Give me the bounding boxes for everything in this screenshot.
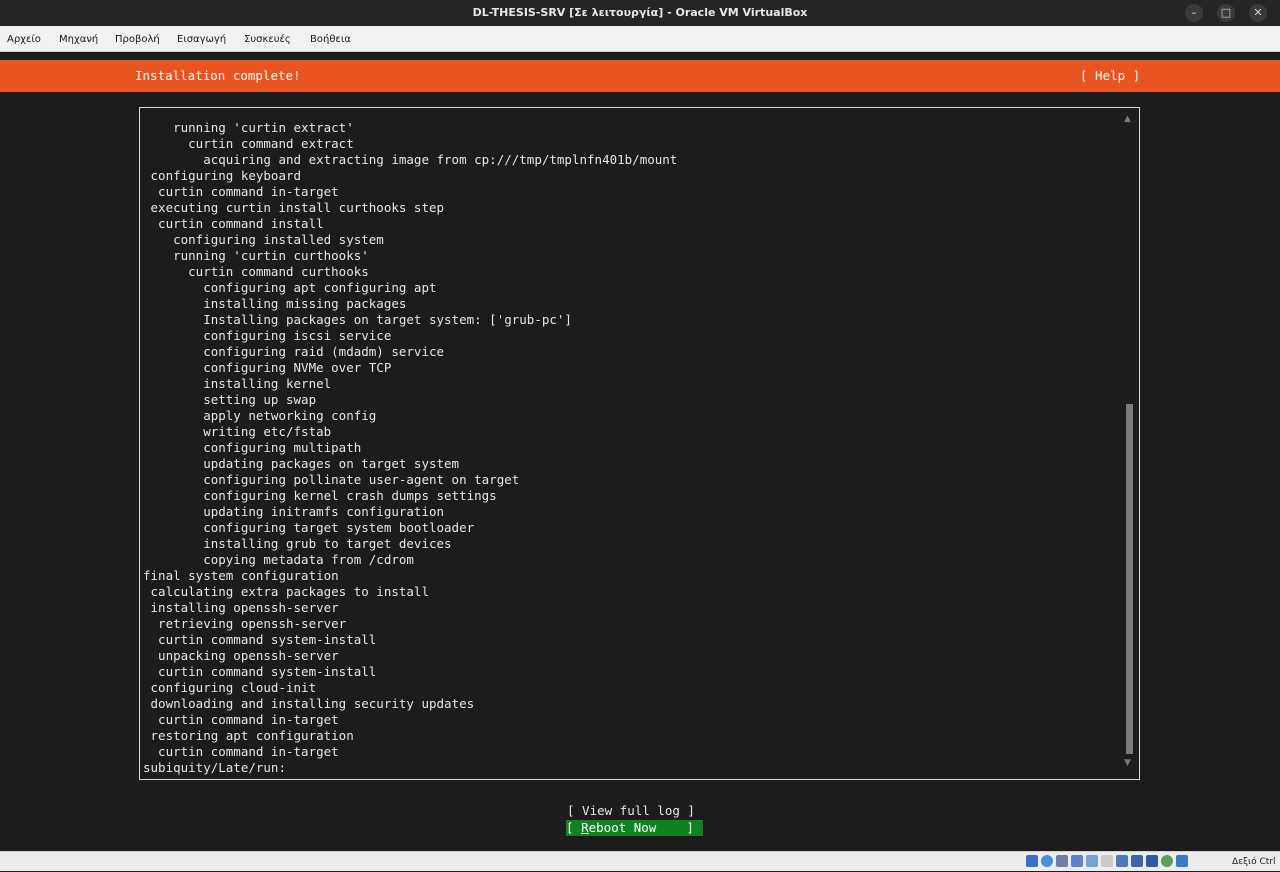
install-log-panel[interactable]: running 'curtin extract' curtin command …: [139, 107, 1140, 780]
log-line: acquiring and extracting image from cp:/…: [143, 152, 678, 167]
view-full-log-button[interactable]: [ View full log ]: [567, 803, 695, 819]
menu-file[interactable]: Αρχείο: [7, 26, 41, 52]
log-line: configuring iscsi service: [143, 328, 392, 343]
menu-view[interactable]: Προβολή: [115, 26, 160, 52]
reboot-hotkey: R: [581, 820, 589, 835]
hard-disk-icon[interactable]: [1026, 855, 1038, 867]
network-icon[interactable]: [1071, 855, 1083, 867]
log-line: running 'curtin curthooks': [143, 248, 369, 263]
minimize-button[interactable]: –: [1185, 4, 1203, 22]
log-line: configuring kernel crash dumps settings: [143, 488, 497, 503]
menu-bar: Αρχείο Μηχανή Προβολή Εισαγωγή Συσκευές …: [0, 26, 1280, 52]
scroll-down-arrow-icon: ▼: [1124, 758, 1131, 768]
log-line: executing curtin install curthooks step: [143, 200, 445, 215]
log-scrollbar[interactable]: [1126, 404, 1133, 754]
log-line: configuring target system bootloader: [143, 520, 475, 535]
log-line: unpacking openssh-server: [143, 648, 339, 663]
log-line: configuring NVMe over TCP: [143, 360, 392, 375]
log-line: curtin command curthooks: [143, 264, 369, 279]
menu-input[interactable]: Εισαγωγή: [177, 26, 226, 52]
log-line: Installing packages on target system: ['…: [143, 312, 572, 327]
menu-help[interactable]: Βοήθεια: [310, 26, 351, 52]
cpu-icon[interactable]: [1146, 855, 1158, 867]
audio-icon[interactable]: [1056, 855, 1068, 867]
log-line: setting up swap: [143, 392, 317, 407]
log-line: curtin command system-install: [143, 632, 377, 647]
log-line: curtin command in-target: [143, 712, 339, 727]
reboot-close-bracket: ]: [656, 820, 694, 835]
log-line: configuring raid (mdadm) service: [143, 344, 445, 359]
log-line: writing etc/fstab: [143, 424, 332, 439]
install-log-lines: running 'curtin extract' curtin command …: [143, 120, 1119, 776]
log-line: configuring pollinate user-agent on targ…: [143, 472, 520, 487]
log-line: configuring cloud-init: [143, 680, 317, 695]
window-title: DL-THESIS-SRV [Σε λειτουργία] - Oracle V…: [472, 6, 808, 19]
display-icon[interactable]: [1116, 855, 1128, 867]
keyboard-icon[interactable]: [1176, 855, 1188, 867]
reboot-label: eboot Now: [588, 820, 657, 835]
usb-icon[interactable]: [1086, 855, 1098, 867]
vm-screen[interactable]: Installation complete! [ Help ] running …: [0, 52, 1280, 851]
maximize-button[interactable]: □: [1217, 4, 1235, 22]
shared-folders-icon[interactable]: [1101, 855, 1113, 867]
log-line: installing missing packages: [143, 296, 407, 311]
log-line: curtin command install: [143, 216, 324, 231]
log-line: copying metadata from /cdrom: [143, 552, 414, 567]
menu-machine[interactable]: Μηχανή: [59, 26, 98, 52]
log-line: configuring installed system: [143, 232, 384, 247]
mouse-integration-icon[interactable]: [1161, 855, 1173, 867]
log-line: installing grub to target devices: [143, 536, 452, 551]
log-line: curtin command system-install: [143, 664, 377, 679]
reboot-open-bracket: [: [566, 820, 582, 835]
log-line: installing openssh-server: [143, 600, 339, 615]
log-line: installing kernel: [143, 376, 332, 391]
host-key-label: Δεξιό Ctrl: [1232, 857, 1276, 867]
log-line: running 'curtin extract': [143, 120, 354, 135]
installer-header: Installation complete! [ Help ]: [0, 60, 1280, 92]
log-line: curtin command in-target: [143, 744, 339, 759]
scroll-up-arrow-icon: ▲: [1124, 114, 1131, 124]
log-line: curtin command in-target: [143, 184, 339, 199]
log-line: subiquity/Late/run:: [143, 760, 286, 775]
log-line: configuring apt configuring apt: [143, 280, 437, 295]
log-line: restoring apt configuration: [143, 728, 354, 743]
installer-title: Installation complete!: [135, 68, 301, 83]
help-button[interactable]: [ Help ]: [1080, 60, 1140, 92]
optical-drive-icon[interactable]: [1041, 855, 1053, 867]
log-line: final system configuration: [143, 568, 339, 583]
log-line: retrieving openssh-server: [143, 616, 347, 631]
recording-icon[interactable]: [1131, 855, 1143, 867]
menu-devices[interactable]: Συσκευές: [244, 26, 291, 52]
log-line: configuring multipath: [143, 440, 362, 455]
close-button[interactable]: ✕: [1249, 4, 1267, 22]
window-titlebar: DL-THESIS-SRV [Σε λειτουργία] - Oracle V…: [0, 0, 1280, 26]
log-line: configuring keyboard: [143, 168, 302, 183]
status-bar: Δεξιό Ctrl: [0, 851, 1280, 871]
log-line: calculating extra packages to install: [143, 584, 429, 599]
log-line: updating packages on target system: [143, 456, 460, 471]
reboot-now-button[interactable]: [ Reboot Now ]: [566, 820, 703, 836]
log-line: updating initramfs configuration: [143, 504, 445, 519]
log-line: downloading and installing security upda…: [143, 696, 475, 711]
log-line: apply networking config: [143, 408, 377, 423]
log-line: curtin command extract: [143, 136, 354, 151]
